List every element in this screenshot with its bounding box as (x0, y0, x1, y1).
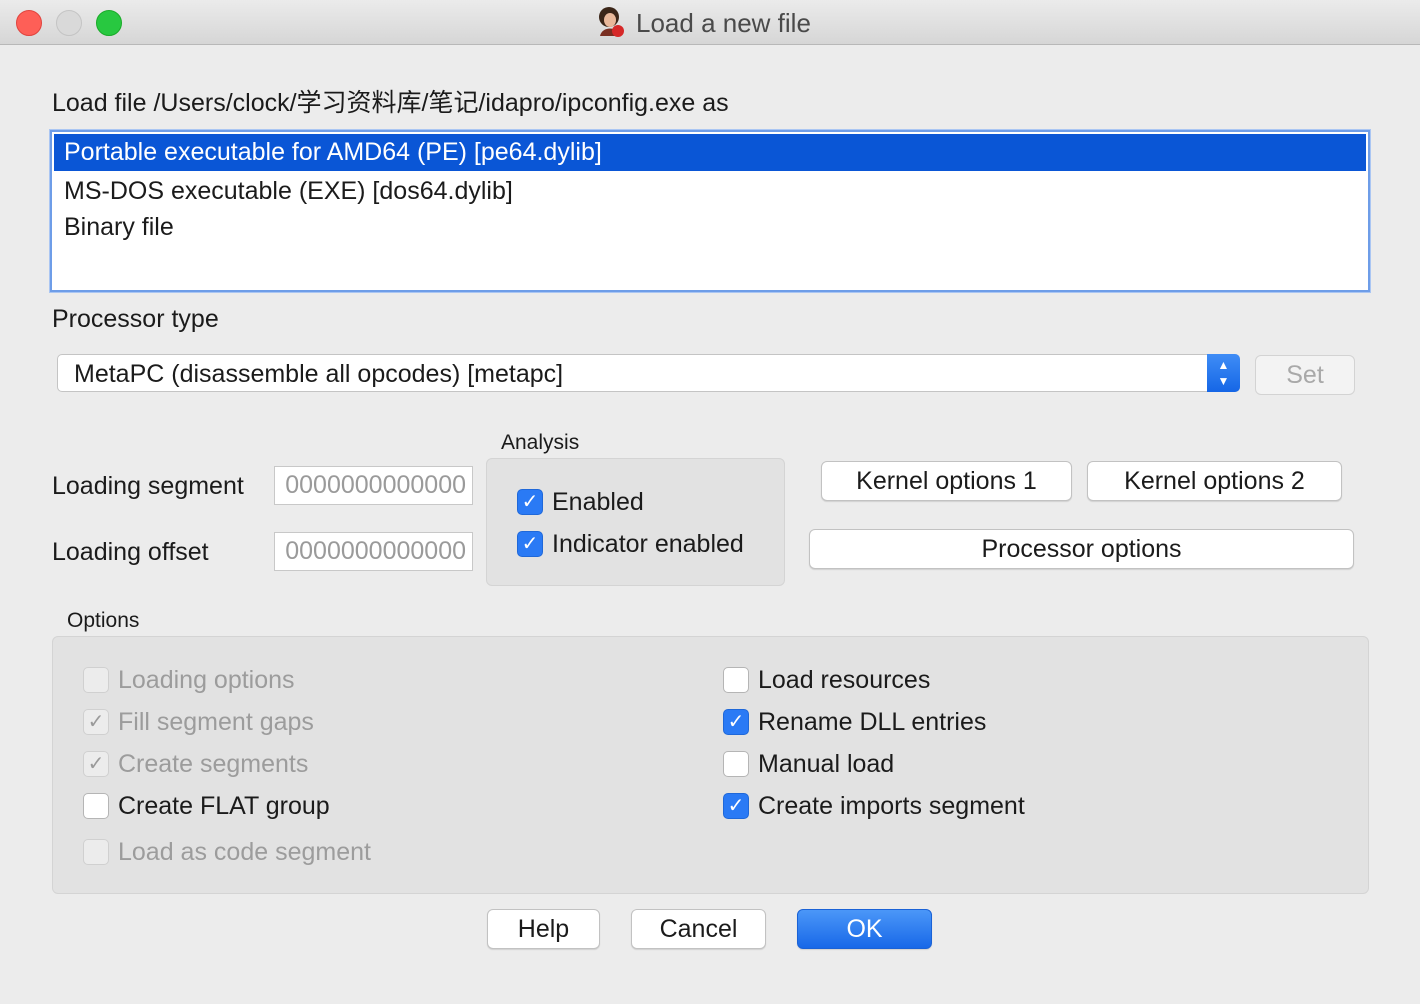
processor-type-value: MetaPC (disassemble all opcodes) [metapc… (74, 360, 564, 388)
loader-item-binary[interactable]: Binary file (54, 210, 1366, 244)
loading-segment-input[interactable]: 0000000000000 (274, 466, 473, 505)
kernel-options-2-button[interactable]: Kernel options 2 (1087, 461, 1342, 501)
select-arrows-icon: ▲ ▼ (1207, 354, 1240, 392)
create-flat-group-checkbox[interactable] (83, 793, 109, 819)
create-imports-segment-label: Create imports segment (758, 792, 1025, 820)
analysis-enabled-checkbox[interactable]: ✓ (517, 489, 543, 515)
zoom-window-button[interactable] (96, 10, 122, 36)
analysis-group-title: Analysis (501, 431, 580, 454)
manual-load-label: Manual load (758, 750, 895, 778)
loader-item-pe64[interactable]: Portable executable for AMD64 (PE) [pe64… (54, 134, 1366, 171)
analysis-enabled-label: Enabled (552, 488, 644, 516)
ok-button[interactable]: OK (797, 909, 932, 949)
cancel-button[interactable]: Cancel (631, 909, 766, 949)
loading-offset-label: Loading offset (52, 538, 209, 566)
loader-item-dos64[interactable]: MS-DOS executable (EXE) [dos64.dylib] (54, 175, 1366, 208)
options-group-title: Options (67, 609, 140, 632)
processor-type-label: Processor type (52, 305, 219, 333)
fill-segment-gaps-label: Fill segment gaps (118, 708, 314, 736)
indicator-enabled-checkbox[interactable]: ✓ (517, 531, 543, 557)
rename-dll-entries-label: Rename DLL entries (758, 708, 987, 736)
rename-dll-entries-checkbox[interactable]: ✓ (723, 709, 749, 735)
title-bar: Load a new file (0, 0, 1420, 45)
loading-options-label: Loading options (118, 666, 295, 694)
processor-options-button[interactable]: Processor options (809, 529, 1354, 569)
load-resources-checkbox[interactable] (723, 667, 749, 693)
create-flat-group-label: Create FLAT group (118, 792, 330, 820)
processor-type-select[interactable]: MetaPC (disassemble all opcodes) [metapc… (57, 354, 1240, 392)
load-as-code-segment-checkbox[interactable] (83, 839, 109, 865)
create-segments-label: Create segments (118, 750, 309, 778)
load-file-label: Load file /Users/clock/学习资料库/笔记/idapro/i… (52, 89, 729, 117)
close-window-button[interactable] (16, 10, 42, 36)
create-segments-checkbox[interactable]: ✓ (83, 751, 109, 777)
ida-app-icon (599, 7, 624, 37)
load-resources-label: Load resources (758, 666, 931, 694)
manual-load-checkbox[interactable] (723, 751, 749, 777)
loading-offset-input[interactable]: 0000000000000 (274, 532, 473, 571)
minimize-window-button[interactable] (56, 10, 82, 36)
window-title: Load a new file (636, 8, 811, 38)
create-imports-segment-checkbox[interactable]: ✓ (723, 793, 749, 819)
help-button[interactable]: Help (487, 909, 600, 949)
kernel-options-1-button[interactable]: Kernel options 1 (821, 461, 1072, 501)
loading-segment-label: Loading segment (52, 472, 244, 500)
fill-segment-gaps-checkbox[interactable]: ✓ (83, 709, 109, 735)
loader-list[interactable]: Portable executable for AMD64 (PE) [pe64… (50, 130, 1370, 292)
set-button[interactable]: Set (1255, 355, 1355, 395)
load-as-code-segment-label: Load as code segment (118, 838, 371, 866)
loading-options-checkbox[interactable] (83, 667, 109, 693)
indicator-enabled-label: Indicator enabled (552, 530, 744, 558)
analysis-group (486, 458, 785, 586)
